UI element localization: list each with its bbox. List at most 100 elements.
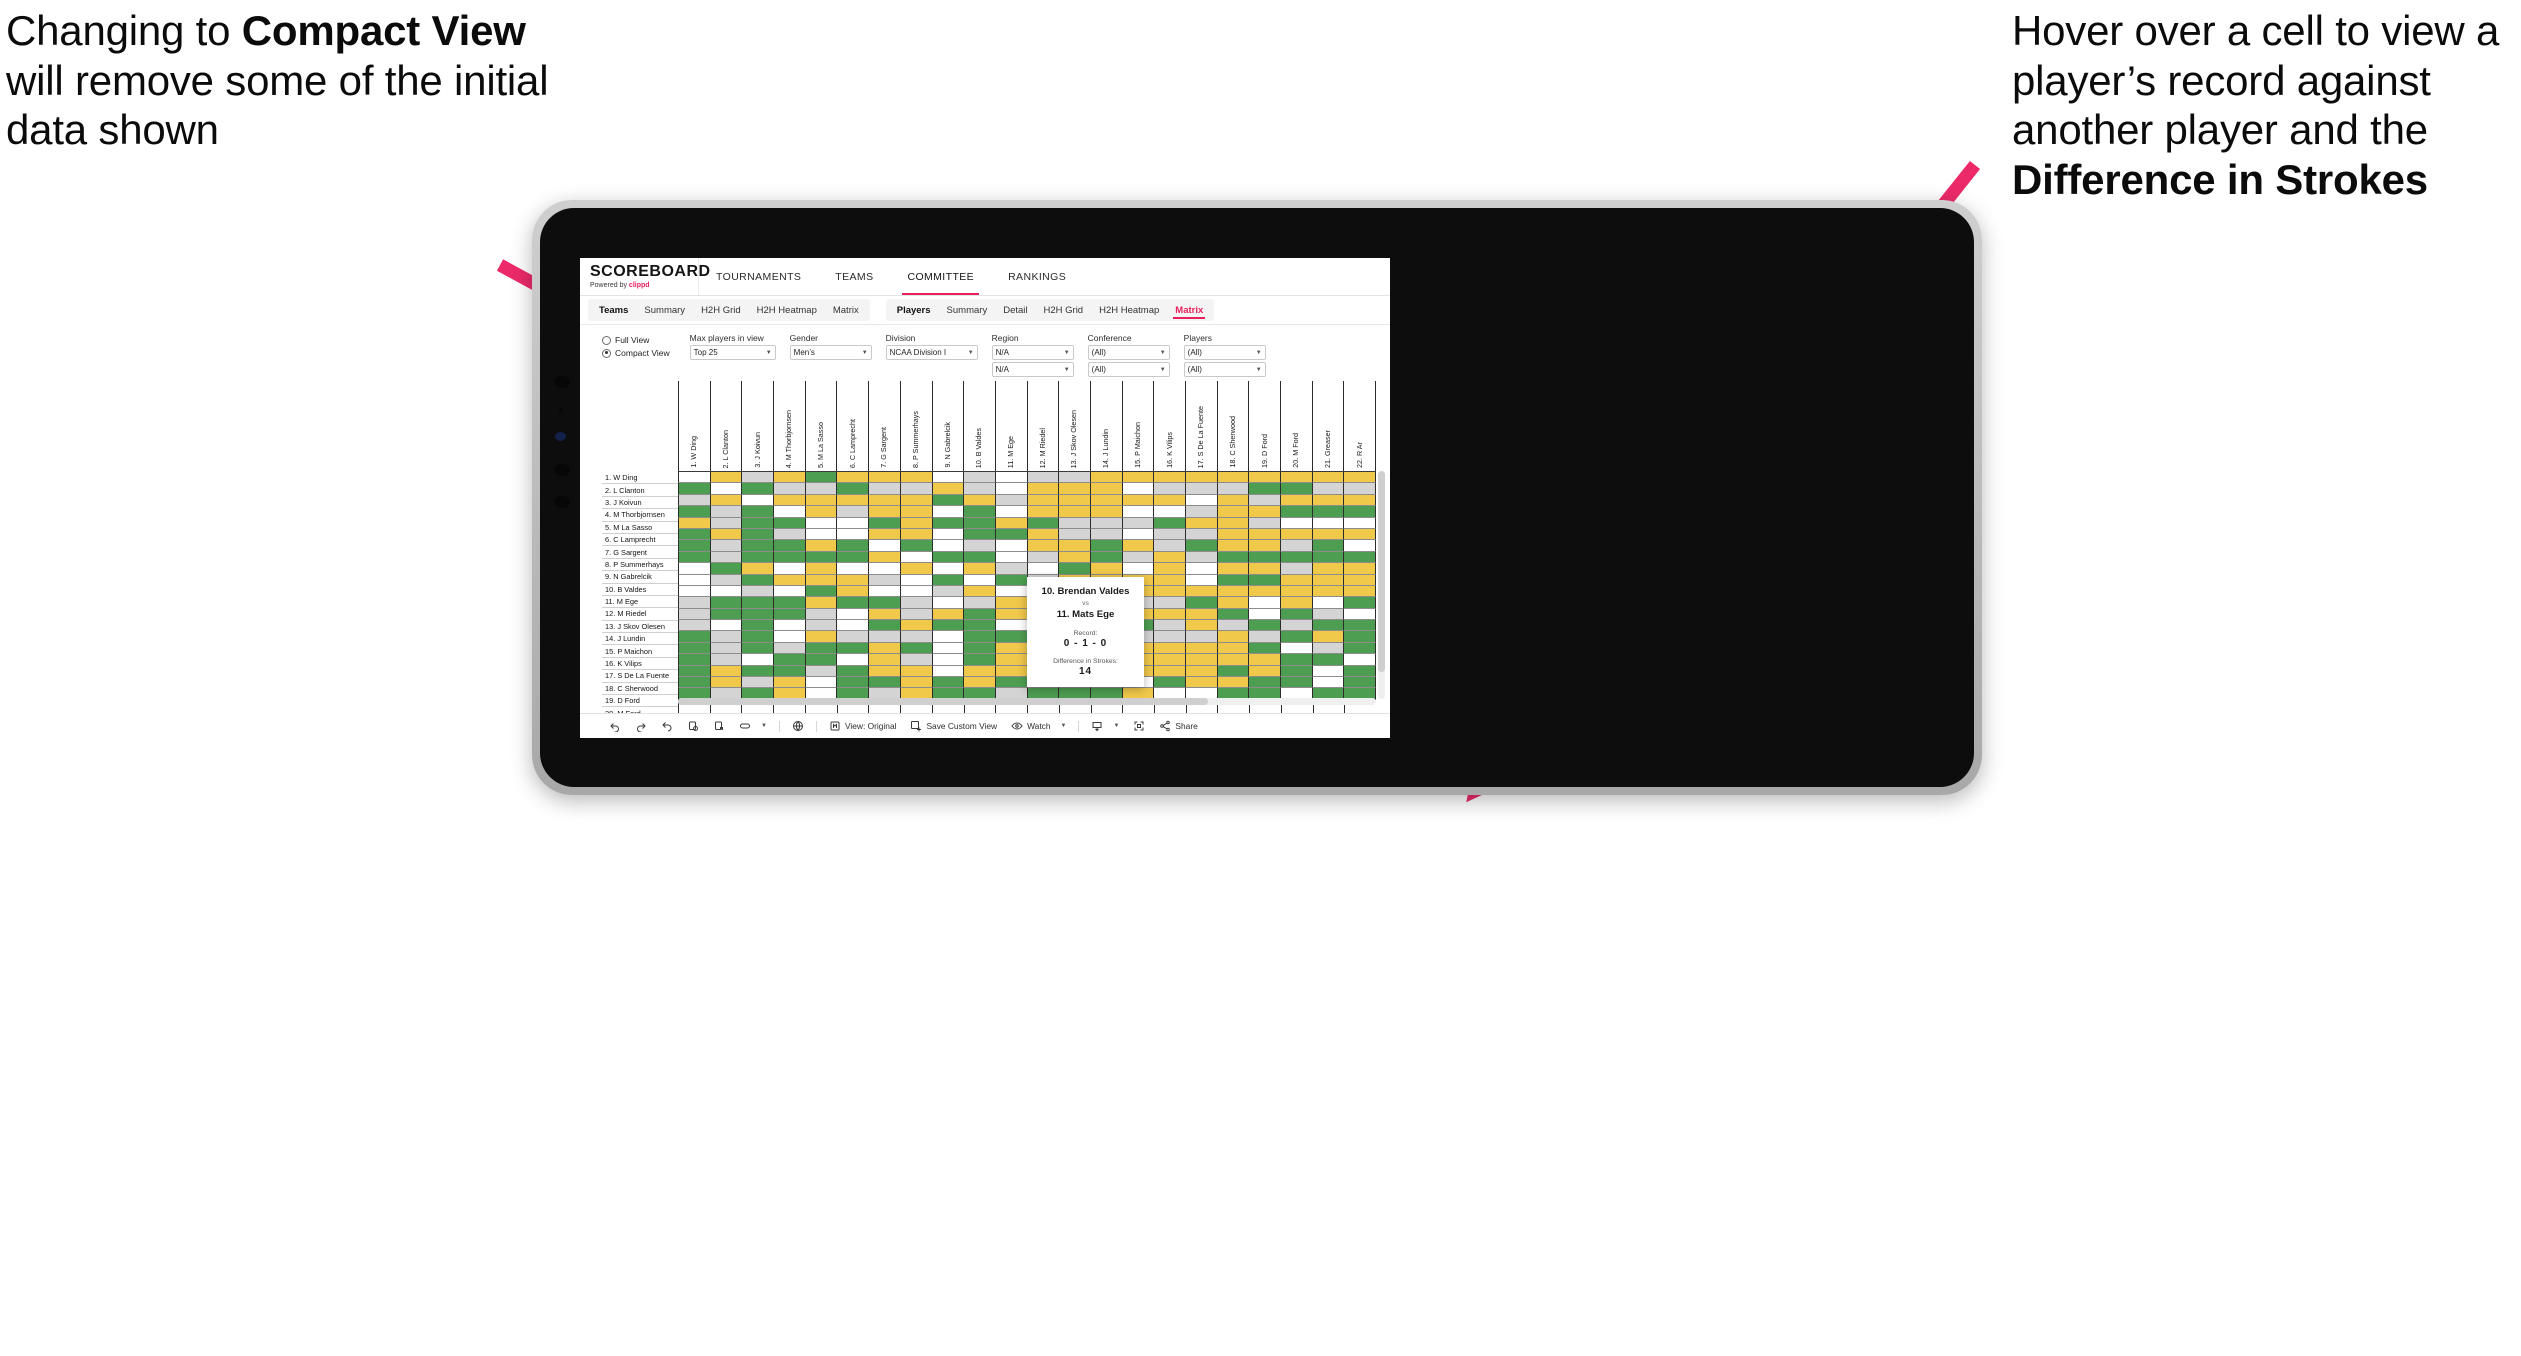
- matrix-cell[interactable]: [1311, 494, 1344, 507]
- matrix-cell[interactable]: [868, 585, 900, 598]
- matrix-cell[interactable]: [678, 620, 710, 632]
- matrix-cell[interactable]: [709, 597, 742, 609]
- matrix-cell[interactable]: [773, 574, 805, 586]
- matrix-cell[interactable]: [1058, 551, 1090, 564]
- matrix-cell[interactable]: [1089, 563, 1122, 575]
- matrix-cell[interactable]: [773, 665, 805, 678]
- matrix-cell[interactable]: [1153, 677, 1185, 689]
- matrix-cell[interactable]: [1280, 517, 1312, 529]
- matrix-cell[interactable]: [709, 608, 742, 621]
- matrix-cell[interactable]: [1185, 563, 1217, 575]
- matrix-cell[interactable]: [1153, 506, 1185, 518]
- matrix-cell[interactable]: [994, 631, 1027, 643]
- matrix-cell[interactable]: [678, 654, 710, 666]
- matrix-cell[interactable]: [868, 677, 900, 689]
- matrix-cell[interactable]: [899, 551, 932, 564]
- matrix-cell[interactable]: [1121, 528, 1154, 541]
- matrix-cell[interactable]: [1216, 563, 1249, 575]
- matrix-cell[interactable]: [963, 642, 995, 655]
- matrix-cell[interactable]: [1311, 608, 1344, 621]
- matrix-cell[interactable]: [709, 506, 742, 518]
- matrix-cell[interactable]: [899, 472, 932, 484]
- matrix-cell[interactable]: [1216, 597, 1249, 609]
- matrix-cell[interactable]: [709, 642, 742, 655]
- matrix-cell[interactable]: [1248, 483, 1281, 495]
- matrix-cell[interactable]: [1280, 642, 1312, 655]
- matrix-cell[interactable]: [1185, 642, 1217, 655]
- pause-button[interactable]: [706, 720, 732, 732]
- matrix-cell[interactable]: [741, 642, 774, 655]
- matrix-cell[interactable]: [1026, 472, 1059, 484]
- matrix-cell[interactable]: [709, 517, 742, 529]
- matrix-cell[interactable]: [931, 574, 964, 586]
- matrix-cell[interactable]: [709, 551, 742, 564]
- matrix-cell[interactable]: [899, 608, 932, 621]
- matrix-cell[interactable]: [1311, 654, 1344, 666]
- matrix-cell[interactable]: [1343, 517, 1377, 529]
- matrix-cell[interactable]: [1026, 506, 1059, 518]
- refresh-button[interactable]: [680, 720, 706, 732]
- matrix-cell[interactable]: [678, 540, 710, 552]
- matrix-cell[interactable]: [709, 665, 742, 678]
- matrix-cell[interactable]: [1343, 677, 1377, 689]
- matrix-cell[interactable]: [804, 494, 837, 507]
- matrix-cell[interactable]: [1280, 506, 1312, 518]
- matrix-cell[interactable]: [1121, 517, 1154, 529]
- matrix-cell[interactable]: [1089, 551, 1122, 564]
- matrix-cell[interactable]: [773, 528, 805, 541]
- matrix-cell[interactable]: [773, 642, 805, 655]
- matrix-cell[interactable]: [1185, 585, 1217, 598]
- matrix-cell[interactable]: [899, 665, 932, 678]
- filter-conference-select-2[interactable]: (All) ▼: [1087, 362, 1170, 377]
- matrix-cell[interactable]: [741, 608, 774, 621]
- matrix-cell[interactable]: [1343, 528, 1377, 541]
- matrix-cell[interactable]: [1248, 654, 1281, 666]
- matrix-cell[interactable]: [1311, 517, 1344, 529]
- matrix-cell[interactable]: [773, 506, 805, 518]
- matrix-cell[interactable]: [1026, 551, 1059, 564]
- matrix-cell[interactable]: [931, 620, 964, 632]
- matrix-cell[interactable]: [773, 517, 805, 529]
- matrix-cell[interactable]: [1121, 540, 1154, 552]
- matrix-cell[interactable]: [678, 608, 710, 621]
- matrix-cell[interactable]: [994, 677, 1027, 689]
- matrix-cell[interactable]: [899, 654, 932, 666]
- matrix-cell[interactable]: [1153, 620, 1185, 632]
- filter-max-players-select[interactable]: Top 25 ▼: [689, 345, 776, 360]
- matrix-cell[interactable]: [963, 563, 995, 575]
- sub-nav-teams-h2h-grid[interactable]: H2H Grid: [693, 299, 749, 321]
- matrix-cell[interactable]: [678, 631, 710, 643]
- matrix-cell[interactable]: [773, 677, 805, 689]
- matrix-cell[interactable]: [1185, 528, 1217, 541]
- matrix-cell[interactable]: [741, 597, 774, 609]
- share-button[interactable]: Share: [1152, 720, 1204, 732]
- matrix-cell[interactable]: [868, 506, 900, 518]
- matrix-cell[interactable]: [804, 517, 837, 529]
- matrix-cell[interactable]: [963, 551, 995, 564]
- matrix-cell[interactable]: [1089, 472, 1122, 484]
- matrix-cell[interactable]: [804, 528, 837, 541]
- matrix-cell[interactable]: [1311, 540, 1344, 552]
- matrix-cell[interactable]: [709, 494, 742, 507]
- matrix-cell[interactable]: [1216, 574, 1249, 586]
- matrix-cell[interactable]: [773, 597, 805, 609]
- matrix-cell[interactable]: [804, 551, 837, 564]
- matrix-cell[interactable]: [678, 597, 710, 609]
- matrix-cell[interactable]: [1216, 483, 1249, 495]
- matrix-cell[interactable]: [773, 585, 805, 598]
- matrix-cell[interactable]: [836, 506, 869, 518]
- matrix-cell[interactable]: [1121, 563, 1154, 575]
- matrix-cell[interactable]: [868, 563, 900, 575]
- matrix-cell[interactable]: [931, 654, 964, 666]
- matrix-cell[interactable]: [899, 631, 932, 643]
- matrix-cell[interactable]: [1248, 585, 1281, 598]
- matrix-cell[interactable]: [836, 654, 869, 666]
- sub-nav-teams-summary[interactable]: Summary: [636, 299, 693, 321]
- matrix-cell[interactable]: [836, 494, 869, 507]
- matrix-cell[interactable]: [1153, 517, 1185, 529]
- matrix-cell[interactable]: [868, 654, 900, 666]
- matrix-cell[interactable]: [678, 506, 710, 518]
- matrix-cell[interactable]: [1185, 506, 1217, 518]
- filter-conference-select-1[interactable]: (All) ▼: [1087, 345, 1170, 360]
- matrix-cell[interactable]: [963, 494, 995, 507]
